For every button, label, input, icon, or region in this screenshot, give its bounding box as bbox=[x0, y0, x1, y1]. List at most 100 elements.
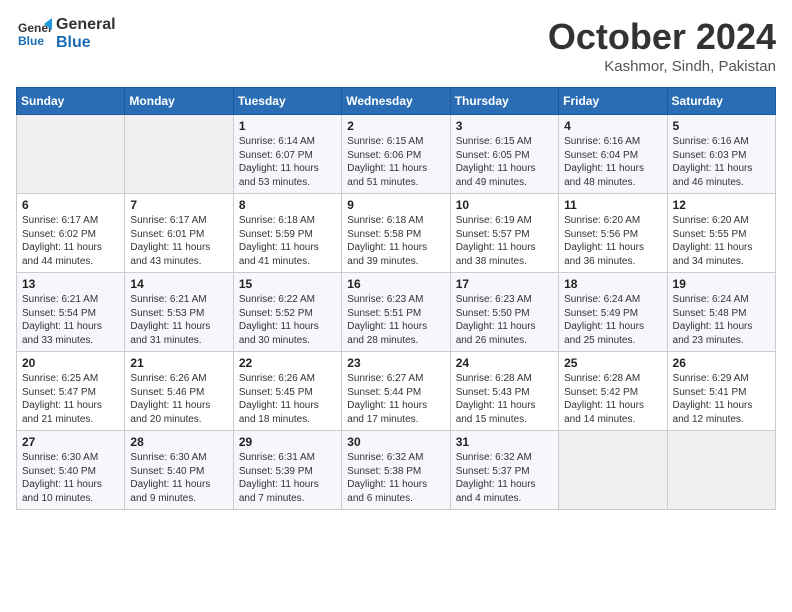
day-number: 18 bbox=[564, 277, 661, 291]
logo-icon: General Blue bbox=[16, 16, 52, 52]
week-row-5: 27 Sunrise: 6:30 AM Sunset: 5:40 PM Dayli… bbox=[17, 431, 776, 510]
logo: General Blue General Blue bbox=[16, 16, 116, 52]
calendar-cell: 10 Sunrise: 6:19 AM Sunset: 5:57 PM Dayli… bbox=[450, 194, 558, 273]
calendar-header: SundayMondayTuesdayWednesdayThursdayFrid… bbox=[17, 88, 776, 115]
day-number: 8 bbox=[239, 198, 336, 212]
calendar-cell bbox=[559, 431, 667, 510]
day-number: 22 bbox=[239, 356, 336, 370]
day-info: Sunrise: 6:16 AM Sunset: 6:04 PM Dayligh… bbox=[564, 135, 661, 189]
calendar-cell: 7Sunrise: 6:17 AM Sunset: 6:01 PM Daylig… bbox=[125, 194, 233, 273]
day-number: 9 bbox=[347, 198, 444, 212]
calendar-cell: 2 Sunrise: 6:15 AM Sunset: 6:06 PM Daylig… bbox=[342, 115, 450, 194]
calendar-cell bbox=[667, 431, 775, 510]
day-number: 20 bbox=[22, 356, 119, 370]
day-info: Sunrise: 6:28 AM Sunset: 5:43 PM Dayligh… bbox=[456, 372, 553, 426]
calendar-cell: 16Sunrise: 6:23 AM Sunset: 5:51 PM Dayli… bbox=[342, 273, 450, 352]
day-info: Sunrise: 6:18 AM Sunset: 5:58 PM Dayligh… bbox=[347, 214, 444, 268]
weekday-header-tuesday: Tuesday bbox=[233, 88, 341, 115]
calendar-table: SundayMondayTuesdayWednesdayThursdayFrid… bbox=[16, 87, 776, 510]
svg-text:Blue: Blue bbox=[18, 34, 44, 48]
calendar-cell: 23Sunrise: 6:27 AM Sunset: 5:44 PM Dayli… bbox=[342, 352, 450, 431]
day-info: Sunrise: 6:21 AM Sunset: 5:54 PM Dayligh… bbox=[22, 293, 119, 347]
week-row-4: 20 Sunrise: 6:25 AM Sunset: 5:47 PM Dayli… bbox=[17, 352, 776, 431]
month-title: October 2024 bbox=[548, 16, 776, 58]
calendar-cell: 1 Sunrise: 6:14 AM Sunset: 6:07 PM Daylig… bbox=[233, 115, 341, 194]
day-info: Sunrise: 6:30 AM Sunset: 5:40 PM Dayligh… bbox=[130, 451, 227, 505]
calendar-cell: 25Sunrise: 6:28 AM Sunset: 5:42 PM Dayli… bbox=[559, 352, 667, 431]
day-number: 29 bbox=[239, 435, 336, 449]
calendar-cell: 29 Sunrise: 6:31 AM Sunset: 5:39 PM Dayli… bbox=[233, 431, 341, 510]
calendar-cell: 19Sunrise: 6:24 AM Sunset: 5:48 PM Dayli… bbox=[667, 273, 775, 352]
day-number: 23 bbox=[347, 356, 444, 370]
calendar-cell: 5Sunrise: 6:16 AM Sunset: 6:03 PM Daylig… bbox=[667, 115, 775, 194]
day-number: 16 bbox=[347, 277, 444, 291]
weekday-header-row: SundayMondayTuesdayWednesdayThursdayFrid… bbox=[17, 88, 776, 115]
day-info: Sunrise: 6:17 AM Sunset: 6:01 PM Dayligh… bbox=[130, 214, 227, 268]
day-number: 13 bbox=[22, 277, 119, 291]
weekday-header-thursday: Thursday bbox=[450, 88, 558, 115]
day-info: Sunrise: 6:19 AM Sunset: 5:57 PM Dayligh… bbox=[456, 214, 553, 268]
weekday-header-friday: Friday bbox=[559, 88, 667, 115]
day-info: Sunrise: 6:32 AM Sunset: 5:38 PM Dayligh… bbox=[347, 451, 444, 505]
day-info: Sunrise: 6:26 AM Sunset: 5:45 PM Dayligh… bbox=[239, 372, 336, 426]
day-number: 19 bbox=[673, 277, 770, 291]
day-number: 17 bbox=[456, 277, 553, 291]
day-info: Sunrise: 6:18 AM Sunset: 5:59 PM Dayligh… bbox=[239, 214, 336, 268]
title-block: October 2024 Kashmor, Sindh, Pakistan bbox=[548, 16, 776, 75]
day-info: Sunrise: 6:21 AM Sunset: 5:53 PM Dayligh… bbox=[130, 293, 227, 347]
page-header: General Blue General Blue October 2024 K… bbox=[16, 16, 776, 75]
calendar-cell: 20 Sunrise: 6:25 AM Sunset: 5:47 PM Dayli… bbox=[17, 352, 125, 431]
location-subtitle: Kashmor, Sindh, Pakistan bbox=[548, 58, 776, 75]
calendar-cell: 15 Sunrise: 6:22 AM Sunset: 5:52 PM Dayli… bbox=[233, 273, 341, 352]
calendar-cell: 6 Sunrise: 6:17 AM Sunset: 6:02 PM Daylig… bbox=[17, 194, 125, 273]
day-number: 4 bbox=[564, 119, 661, 133]
day-number: 25 bbox=[564, 356, 661, 370]
day-info: Sunrise: 6:14 AM Sunset: 6:07 PM Dayligh… bbox=[239, 135, 336, 189]
day-info: Sunrise: 6:20 AM Sunset: 5:55 PM Dayligh… bbox=[673, 214, 770, 268]
weekday-header-monday: Monday bbox=[125, 88, 233, 115]
day-number: 3 bbox=[456, 119, 553, 133]
calendar-cell: 28 Sunrise: 6:30 AM Sunset: 5:40 PM Dayli… bbox=[125, 431, 233, 510]
day-number: 27 bbox=[22, 435, 119, 449]
day-info: Sunrise: 6:25 AM Sunset: 5:47 PM Dayligh… bbox=[22, 372, 119, 426]
day-number: 1 bbox=[239, 119, 336, 133]
day-number: 10 bbox=[456, 198, 553, 212]
calendar-cell: 30 Sunrise: 6:32 AM Sunset: 5:38 PM Dayli… bbox=[342, 431, 450, 510]
day-number: 11 bbox=[564, 198, 661, 212]
calendar-cell: 13 Sunrise: 6:21 AM Sunset: 5:54 PM Dayli… bbox=[17, 273, 125, 352]
day-number: 2 bbox=[347, 119, 444, 133]
day-info: Sunrise: 6:22 AM Sunset: 5:52 PM Dayligh… bbox=[239, 293, 336, 347]
calendar-cell: 24Sunrise: 6:28 AM Sunset: 5:43 PM Dayli… bbox=[450, 352, 558, 431]
day-number: 15 bbox=[239, 277, 336, 291]
calendar-cell: 3 Sunrise: 6:15 AM Sunset: 6:05 PM Daylig… bbox=[450, 115, 558, 194]
calendar-cell: 4 Sunrise: 6:16 AM Sunset: 6:04 PM Daylig… bbox=[559, 115, 667, 194]
week-row-2: 6 Sunrise: 6:17 AM Sunset: 6:02 PM Daylig… bbox=[17, 194, 776, 273]
calendar-body: 1 Sunrise: 6:14 AM Sunset: 6:07 PM Daylig… bbox=[17, 115, 776, 510]
day-info: Sunrise: 6:26 AM Sunset: 5:46 PM Dayligh… bbox=[130, 372, 227, 426]
weekday-header-sunday: Sunday bbox=[17, 88, 125, 115]
day-number: 14 bbox=[130, 277, 227, 291]
day-number: 30 bbox=[347, 435, 444, 449]
day-info: Sunrise: 6:23 AM Sunset: 5:50 PM Dayligh… bbox=[456, 293, 553, 347]
day-number: 28 bbox=[130, 435, 227, 449]
calendar-cell bbox=[125, 115, 233, 194]
day-info: Sunrise: 6:30 AM Sunset: 5:40 PM Dayligh… bbox=[22, 451, 119, 505]
day-number: 6 bbox=[22, 198, 119, 212]
day-info: Sunrise: 6:15 AM Sunset: 6:05 PM Dayligh… bbox=[456, 135, 553, 189]
calendar-cell: 12 Sunrise: 6:20 AM Sunset: 5:55 PM Dayli… bbox=[667, 194, 775, 273]
weekday-header-saturday: Saturday bbox=[667, 88, 775, 115]
calendar-cell: 18Sunrise: 6:24 AM Sunset: 5:49 PM Dayli… bbox=[559, 273, 667, 352]
calendar-cell: 9 Sunrise: 6:18 AM Sunset: 5:58 PM Daylig… bbox=[342, 194, 450, 273]
calendar-cell: 8 Sunrise: 6:18 AM Sunset: 5:59 PM Daylig… bbox=[233, 194, 341, 273]
day-number: 12 bbox=[673, 198, 770, 212]
day-info: Sunrise: 6:15 AM Sunset: 6:06 PM Dayligh… bbox=[347, 135, 444, 189]
logo-general: General bbox=[56, 16, 116, 34]
calendar-cell: 31 Sunrise: 6:32 AM Sunset: 5:37 PM Dayli… bbox=[450, 431, 558, 510]
week-row-3: 13 Sunrise: 6:21 AM Sunset: 5:54 PM Dayli… bbox=[17, 273, 776, 352]
week-row-1: 1 Sunrise: 6:14 AM Sunset: 6:07 PM Daylig… bbox=[17, 115, 776, 194]
calendar-cell: 22 Sunrise: 6:26 AM Sunset: 5:45 PM Dayli… bbox=[233, 352, 341, 431]
day-number: 31 bbox=[456, 435, 553, 449]
day-info: Sunrise: 6:17 AM Sunset: 6:02 PM Dayligh… bbox=[22, 214, 119, 268]
day-info: Sunrise: 6:32 AM Sunset: 5:37 PM Dayligh… bbox=[456, 451, 553, 505]
day-info: Sunrise: 6:31 AM Sunset: 5:39 PM Dayligh… bbox=[239, 451, 336, 505]
